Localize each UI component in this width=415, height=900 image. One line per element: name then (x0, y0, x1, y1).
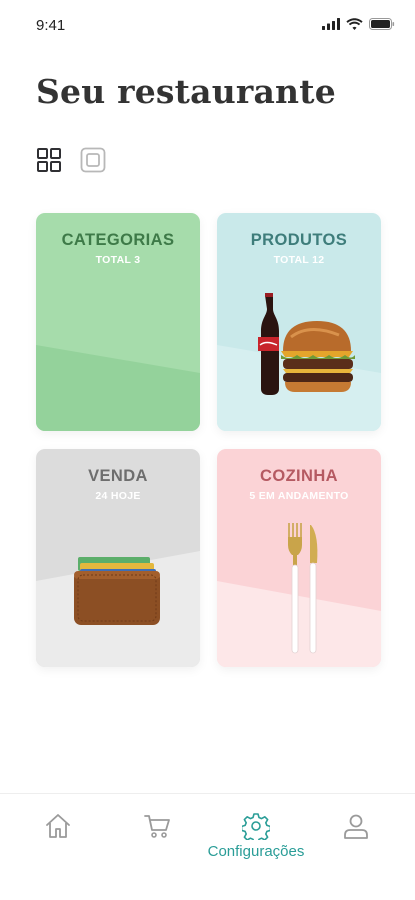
status-bar: 9:41 (0, 0, 415, 50)
nav-item-cart[interactable] (107, 812, 207, 862)
card-produtos[interactable]: PRODUTOS TOTAL 12 (217, 213, 381, 431)
card-cozinha[interactable]: COZINHA 5 EM ANDAMENTO (217, 449, 381, 667)
grid-view-icon (37, 148, 61, 172)
single-view-toggle[interactable] (80, 147, 106, 173)
card-title: PRODUTOS (250, 231, 348, 249)
nav-item-home[interactable] (8, 812, 108, 862)
card-subtitle: TOTAL 12 (273, 254, 325, 266)
card-subtitle: TOTAL 3 (95, 254, 141, 266)
nav-label-configuracoes: Configurações (207, 843, 305, 860)
nav-item-profile[interactable] (306, 812, 406, 862)
burger-soda-image (258, 293, 355, 395)
status-icons (322, 18, 395, 30)
home-indicator (141, 887, 275, 892)
home-icon (46, 814, 70, 838)
battery-icon (369, 18, 395, 30)
card-title: VENDA (88, 467, 148, 485)
gear-icon (242, 813, 270, 840)
card-title: COZINHA (260, 467, 338, 485)
status-time: 9:41 (36, 17, 66, 34)
card-subtitle: 24 HOJE (95, 490, 141, 502)
single-view-icon (80, 147, 106, 173)
card-venda[interactable]: VENDA 24 HOJE (36, 449, 200, 667)
bottom-navigation: Configurações (0, 793, 415, 900)
cutlery-image (288, 523, 318, 654)
wifi-icon (346, 18, 363, 30)
grid-view-toggle[interactable] (36, 147, 62, 173)
wallet-image (74, 557, 160, 625)
page-title: Seu restaurante (36, 72, 336, 111)
card-categorias[interactable]: CATEGORIAS TOTAL 3 (36, 213, 200, 431)
cart-icon (144, 815, 170, 838)
user-icon (344, 814, 368, 839)
card-title: CATEGORIAS (61, 231, 175, 249)
nav-item-configuracoes[interactable]: Configurações (206, 812, 306, 862)
cellular-signal-icon (322, 18, 340, 30)
card-subtitle: 5 EM ANDAMENTO (249, 490, 349, 502)
